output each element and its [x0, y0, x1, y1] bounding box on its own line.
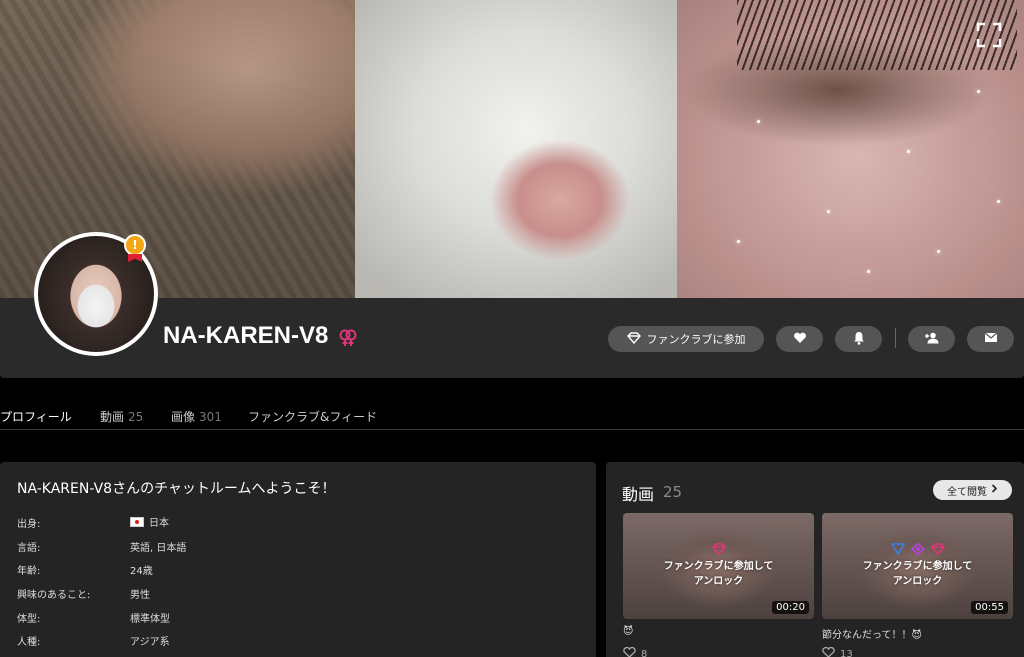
join-fanclub-label: ファンクラブに参加 [646, 333, 746, 346]
chevron-right-icon [991, 484, 998, 496]
origin-value: 日本 [130, 514, 169, 529]
video-thumbnail[interactable]: ファンクラブに参加して アンロック 00:20 [623, 513, 814, 619]
message-button[interactable] [967, 326, 1014, 352]
diamond-icon [930, 540, 945, 559]
tab-fanclub-feed[interactable]: ファンクラブ&フィード [248, 408, 377, 425]
videos-title: 動画 [622, 485, 655, 504]
age-label: 年齢: [17, 566, 41, 577]
status-badge: ! [124, 234, 146, 256]
video-caption: 😈 [623, 626, 634, 637]
female-icon [338, 328, 358, 348]
locked-text: ファンクラブに参加して アンロック [663, 561, 774, 587]
diamond-icon [711, 540, 726, 559]
triangle-icon [890, 540, 905, 559]
cover-image-cat [355, 0, 695, 298]
mail-icon [984, 332, 998, 347]
language-value: 英語, 日本語 [130, 543, 187, 554]
video-likes[interactable]: 8 [623, 646, 647, 657]
follow-button[interactable] [908, 326, 955, 352]
interest-value: 男性 [130, 590, 150, 601]
rhombus-icon [910, 540, 925, 559]
favorite-button[interactable] [776, 326, 823, 352]
join-fanclub-button[interactable]: ファンクラブに参加 [608, 326, 764, 352]
video-duration: 00:55 [971, 601, 1008, 614]
cover-image-eye [677, 0, 1024, 298]
videos-count: 25 [663, 483, 683, 501]
origin-label: 出身: [17, 519, 41, 530]
ethnicity-label: 人種: [17, 637, 41, 648]
welcome-text: NA-KAREN-V8さんのチャットルームへようこそ！ [17, 481, 336, 497]
view-all-button[interactable]: 全て閲覧 [933, 480, 1012, 500]
video-caption: 節分なんだって！！😈 [822, 630, 922, 641]
japan-flag-icon [130, 516, 144, 527]
heart-icon [793, 332, 807, 347]
age-value: 24歳 [130, 566, 153, 577]
video-duration: 00:20 [772, 601, 809, 614]
fullscreen-icon[interactable] [976, 22, 1002, 48]
tab-videos[interactable]: 動画 25 [100, 408, 143, 425]
language-label: 言語: [17, 543, 41, 554]
notify-button[interactable] [835, 326, 882, 352]
profile-tabs: プロフィール 動画 25 画像 301 ファンクラブ&フィード [0, 400, 1024, 430]
tab-profile[interactable]: プロフィール [0, 408, 72, 425]
ethnicity-value: アジア系 [130, 637, 170, 648]
person-add-icon [924, 332, 940, 347]
video-likes[interactable]: 13 [822, 646, 853, 657]
interest-label: 興味のあること: [17, 590, 91, 601]
divider [895, 328, 896, 348]
username: NA-KAREN-V8 [163, 322, 329, 349]
bell-icon [853, 331, 865, 348]
diamond-icon [626, 331, 641, 347]
locked-text: ファンクラブに参加して アンロック [862, 561, 973, 587]
cover-photo [0, 0, 1024, 298]
tab-images[interactable]: 画像 301 [171, 408, 222, 425]
heart-outline-icon [623, 646, 636, 657]
body-type-value: 標準体型 [130, 614, 170, 625]
body-type-label: 体型: [17, 614, 41, 625]
heart-outline-icon [822, 646, 835, 657]
video-thumbnail[interactable]: ファンクラブに参加して アンロック 00:55 [822, 513, 1013, 619]
